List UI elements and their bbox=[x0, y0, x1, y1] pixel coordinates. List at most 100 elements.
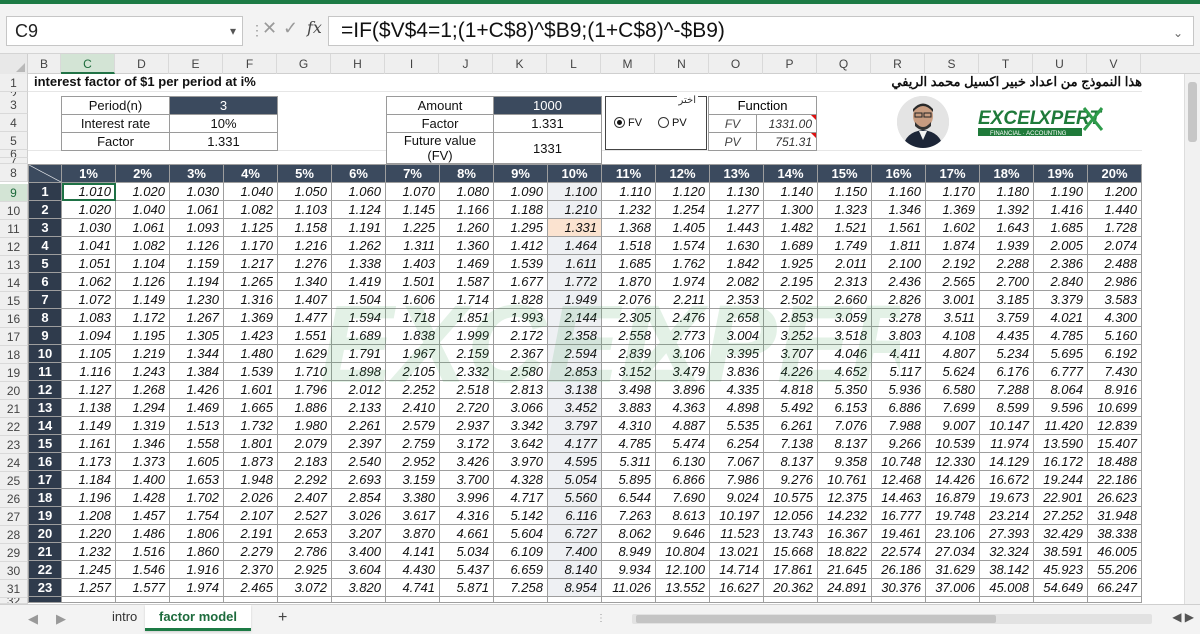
row-header-14[interactable]: 14 bbox=[0, 274, 28, 292]
factor-cell[interactable]: 1.873 bbox=[223, 452, 278, 471]
factor-cell[interactable]: 3.511 bbox=[925, 308, 980, 327]
factor-cell[interactable]: 2.925 bbox=[277, 560, 332, 579]
row-header-16[interactable]: 16 bbox=[0, 310, 28, 328]
factor-cell[interactable]: 54.649 bbox=[1033, 578, 1088, 597]
factor-cell[interactable]: 2.854 bbox=[331, 488, 386, 507]
period-cell[interactable]: 6 bbox=[28, 272, 62, 291]
row-header-13[interactable]: 13 bbox=[0, 256, 28, 274]
factor-cell[interactable]: 1.685 bbox=[601, 254, 656, 273]
factor-cell[interactable]: 1.513 bbox=[169, 416, 224, 435]
factor-cell[interactable]: 10.575 bbox=[763, 488, 818, 507]
factor-cell[interactable]: 3.759 bbox=[979, 308, 1034, 327]
factor-cell[interactable]: 10.699 bbox=[1087, 398, 1142, 417]
factor-cell[interactable]: 1.710 bbox=[277, 362, 332, 381]
vertical-scroll-thumb[interactable] bbox=[1188, 82, 1197, 142]
factor-cell[interactable]: 1.220 bbox=[61, 524, 116, 543]
factor-cell[interactable]: 15.407 bbox=[1087, 434, 1142, 453]
factor-cell[interactable]: 1.093 bbox=[169, 218, 224, 237]
factor-cell[interactable]: 9.358 bbox=[817, 452, 872, 471]
column-header-p[interactable]: P bbox=[763, 54, 817, 74]
factor-cell[interactable]: 1.103 bbox=[277, 200, 332, 219]
factor-cell[interactable]: 1.082 bbox=[115, 236, 170, 255]
factor-cell[interactable]: 10.147 bbox=[979, 416, 1034, 435]
factor-cell[interactable]: 2.826 bbox=[871, 290, 926, 309]
column-header-e[interactable]: E bbox=[169, 54, 223, 74]
factor-cell[interactable]: 1.346 bbox=[115, 434, 170, 453]
factor-cell[interactable]: 2.172 bbox=[493, 326, 548, 345]
factor-cell[interactable]: 1.689 bbox=[763, 236, 818, 255]
sheet-tab-intro[interactable]: intro bbox=[98, 605, 151, 631]
factor-cell[interactable]: 3.252 bbox=[763, 326, 818, 345]
factor-cell[interactable]: 3.400 bbox=[331, 542, 386, 561]
factor-cell[interactable]: 2.952 bbox=[385, 452, 440, 471]
factor-cell[interactable]: 1.689 bbox=[331, 326, 386, 345]
factor-cell[interactable]: 9.934 bbox=[601, 560, 656, 579]
factor-cell[interactable]: 2.565 bbox=[925, 272, 980, 291]
factor-cell[interactable]: 3.138 bbox=[547, 380, 602, 399]
function-fv-value[interactable]: 1331.00 bbox=[756, 114, 817, 133]
factor-cell[interactable]: 9.276 bbox=[763, 470, 818, 489]
factor-cell[interactable]: 1.138 bbox=[61, 398, 116, 417]
factor-cell[interactable]: 1.104 bbox=[115, 254, 170, 273]
factor-cell[interactable]: 1.714 bbox=[439, 290, 494, 309]
factor-cell[interactable]: 2.693 bbox=[331, 470, 386, 489]
factor-cell[interactable]: 1.040 bbox=[115, 200, 170, 219]
factor-cell[interactable]: 1.060 bbox=[331, 182, 386, 201]
period-cell[interactable]: 8 bbox=[28, 308, 62, 327]
factor-cell[interactable]: 38.142 bbox=[979, 560, 1034, 579]
factor-cell[interactable]: 2.720 bbox=[439, 398, 494, 417]
factor-cell[interactable]: 1.605 bbox=[169, 452, 224, 471]
factor-cell[interactable]: 1.140 bbox=[763, 182, 818, 201]
factor-cell[interactable]: 3.970 bbox=[493, 452, 548, 471]
factor-cell[interactable]: 1.158 bbox=[277, 218, 332, 237]
factor-cell[interactable]: 7.138 bbox=[763, 434, 818, 453]
factor-cell[interactable]: 2.261 bbox=[331, 416, 386, 435]
factor-cell[interactable]: 2.853 bbox=[763, 308, 818, 327]
factor-cell[interactable]: 26.186 bbox=[871, 560, 926, 579]
factor-cell[interactable]: 1.811 bbox=[871, 236, 926, 255]
factor-cell[interactable]: 1.606 bbox=[385, 290, 440, 309]
factor-cell[interactable]: 5.054 bbox=[547, 470, 602, 489]
factor-cell[interactable]: 3.380 bbox=[385, 488, 440, 507]
factor-cell[interactable]: 3.870 bbox=[385, 524, 440, 543]
factor-cell[interactable]: 2.580 bbox=[493, 362, 548, 381]
factor-cell[interactable]: 1.245 bbox=[61, 560, 116, 579]
factor-cell[interactable]: 1.608 bbox=[115, 596, 170, 603]
row-header-20[interactable]: 20 bbox=[0, 382, 28, 400]
factor-cell[interactable]: 1.677 bbox=[493, 272, 548, 291]
factor-cell[interactable]: 5.234 bbox=[979, 344, 1034, 363]
factor-cell[interactable]: 1.161 bbox=[61, 434, 116, 453]
factor-cell[interactable]: 38.338 bbox=[1087, 524, 1142, 543]
period-cell[interactable]: 1 bbox=[28, 182, 62, 201]
factor-cell[interactable]: 4.049 bbox=[331, 596, 386, 603]
factor-cell[interactable]: 1.574 bbox=[655, 236, 710, 255]
factor-cell[interactable]: 1.030 bbox=[169, 182, 224, 201]
factor-cell[interactable]: 1.630 bbox=[709, 236, 764, 255]
column-header-u[interactable]: U bbox=[1033, 54, 1087, 74]
factor-cell[interactable]: 1.539 bbox=[223, 362, 278, 381]
factor-cell[interactable]: 2.658 bbox=[709, 308, 764, 327]
factor-cell[interactable]: 1.061 bbox=[115, 218, 170, 237]
factor-cell[interactable]: 3.883 bbox=[601, 398, 656, 417]
row-header-26[interactable]: 26 bbox=[0, 490, 28, 508]
row-header-12[interactable]: 12 bbox=[0, 238, 28, 256]
period-cell[interactable]: 7 bbox=[28, 290, 62, 309]
row-header-17[interactable]: 17 bbox=[0, 328, 28, 346]
sheet-tab-factor-model[interactable]: factor model bbox=[145, 605, 252, 631]
factor-cell[interactable]: 4.363 bbox=[655, 398, 710, 417]
factor-cell[interactable]: 1.260 bbox=[439, 218, 494, 237]
factor-cell[interactable]: 1.373 bbox=[115, 452, 170, 471]
factor-cell[interactable]: 3.185 bbox=[979, 290, 1034, 309]
factor-cell[interactable]: 5.437 bbox=[439, 560, 494, 579]
factor-cell[interactable]: 1.190 bbox=[1033, 182, 1088, 201]
factor-cell[interactable]: 2.759 bbox=[385, 434, 440, 453]
factor-cell[interactable]: 2.407 bbox=[277, 488, 332, 507]
factor-cell[interactable]: 2.476 bbox=[655, 308, 710, 327]
factor-cell[interactable]: 6.544 bbox=[601, 488, 656, 507]
factor-cell[interactable]: 1.130 bbox=[709, 182, 764, 201]
period-cell[interactable]: 5 bbox=[28, 254, 62, 273]
factor-cell[interactable]: 1.277 bbox=[709, 200, 764, 219]
factor-cell[interactable]: 46.005 bbox=[1087, 542, 1142, 561]
formula-input[interactable]: =IF($V$4=1;(1+C$8)^$B9;(1+C$8)^-$B9) ⌄ bbox=[328, 16, 1194, 46]
factor-cell[interactable]: 3.452 bbox=[547, 398, 602, 417]
